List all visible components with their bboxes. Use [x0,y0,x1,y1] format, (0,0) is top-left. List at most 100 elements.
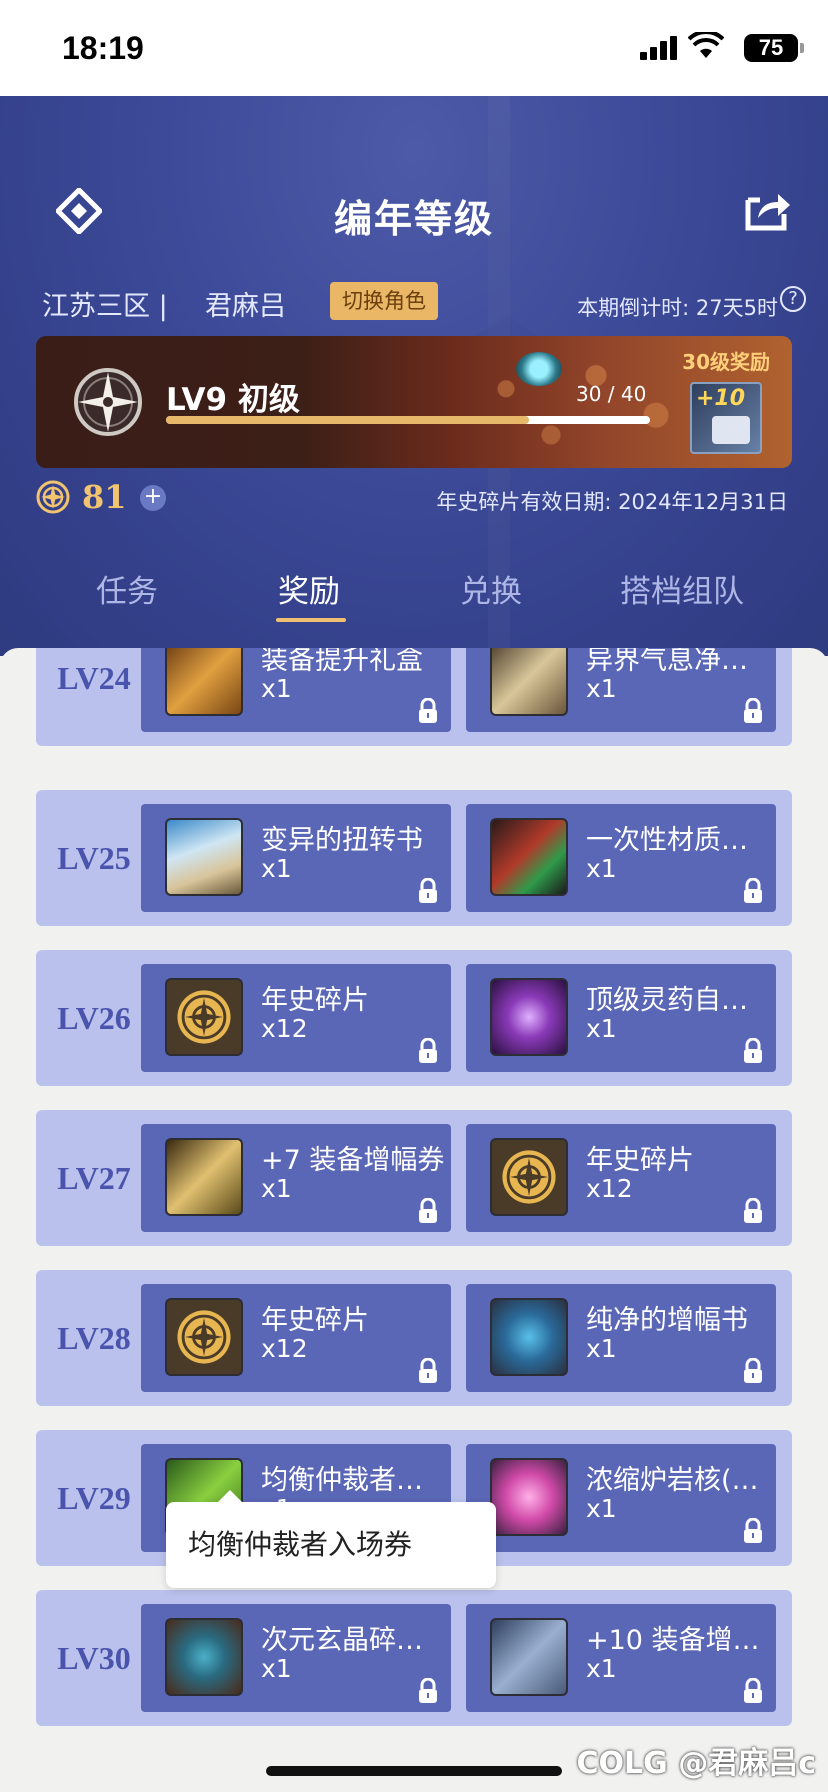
season-countdown: 本期倒计时: 27天5时 [577,296,778,320]
tab-bar: 任务 奖励 兑换 搭档组队 [0,566,828,636]
share-icon[interactable] [744,188,792,232]
reward-item-card[interactable]: 年史碎片 x12 [466,1124,776,1232]
help-icon[interactable]: ? [780,286,806,312]
reward-item-card[interactable]: 一次性材质… x1 [466,804,776,912]
tab-partner-team[interactable]: 搭档组队 [620,566,744,611]
reward-item-card[interactable]: 异界气息净… x1 [466,648,776,732]
wifi-icon [688,32,724,58]
row-level-label: LV26 [57,1000,131,1036]
chronicle-coin-icon [36,480,70,514]
reward-list[interactable]: LV24 装备提升礼盒 x1 异界气息净… x1 LV25 变异的扭转书 x1 一次性材质… x1… [0,648,828,1792]
status-time: 18:19 [62,30,144,66]
reward-item-card[interactable]: +10 装备增… x1 [466,1604,776,1712]
item-quantity: x1 [586,1494,617,1523]
item-name: 装备提升礼盒 [261,648,423,676]
lock-icon [742,1677,764,1704]
item-name: 次元玄晶碎… [261,1625,423,1656]
switch-role-button[interactable]: 切换角色 [330,282,438,320]
plus10-ticket-icon [490,1618,568,1696]
item-quantity: x1 [586,1654,617,1683]
item-tooltip: 均衡仲裁者入场券 [166,1490,496,1588]
item-name: 年史碎片 [261,985,369,1016]
reward-item-card[interactable]: 顶级灵药自… x1 [466,964,776,1072]
lock-icon [742,1037,764,1064]
item-quantity: x12 [261,1014,308,1043]
home-indicator [266,1766,562,1776]
crystal-bag-icon [165,1618,243,1696]
item-name: +10 装备增… [586,1625,760,1656]
chronicle-coin-icon [490,1138,568,1216]
reward-item-card[interactable]: 次元玄晶碎… x1 [141,1604,451,1712]
role-name: 君麻吕 [205,291,286,322]
level-card: LV9 初级 30 / 40 30级奖励 +10 [36,336,792,468]
gold-gift-box-icon [165,648,243,716]
material-icon [490,818,568,896]
item-name: +7 装备增幅券 [261,1145,445,1176]
lock-icon [417,1037,439,1064]
item-name: 年史碎片 [586,1145,694,1176]
level-progress-bar [166,416,650,424]
active-tab-indicator [276,618,346,622]
reward-row-lv27: LV27 +7 装备增幅券 x1 年史碎片 x12 [36,1110,792,1246]
add-currency-button[interactable]: + [140,485,166,511]
plus7-ticket-icon [165,1138,243,1216]
blue-book-icon [490,1298,568,1376]
pink-chest-icon [490,1458,568,1536]
lock-icon [417,1357,439,1384]
milestone-reward-label: 30级奖励 [682,350,770,374]
reward-item-card[interactable]: 装备提升礼盒 x1 [141,648,451,732]
reward-item-card[interactable]: 年史碎片 x12 [141,964,451,1072]
tab-rewards[interactable]: 奖励 [278,566,340,611]
reward-row-lv28: LV28 年史碎片 x12 纯净的增幅书 x1 [36,1270,792,1406]
level-progress-text: 30 / 40 [576,382,647,406]
reward-row-lv30: LV30 次元玄晶碎… x1 +10 装备增… x1 [36,1590,792,1726]
item-quantity: x1 [261,1174,292,1203]
item-quantity: x1 [586,1014,617,1043]
currency-count: 81 [82,478,127,516]
row-level-label: LV24 [57,660,131,696]
dragon-art [416,336,716,468]
lock-icon [742,1517,764,1544]
item-name: 变异的扭转书 [261,825,423,856]
row-level-label: LV25 [57,840,131,876]
item-quantity: x1 [261,674,292,703]
reward-item-card[interactable]: +7 装备增幅券 x1 [141,1124,451,1232]
milestone-reward-item[interactable]: +10 [690,382,762,454]
reward-item-card[interactable]: 纯净的增幅书 x1 [466,1284,776,1392]
current-level: LV9 初级 [166,382,300,418]
lock-icon [417,1677,439,1704]
tab-exchange[interactable]: 兑换 [460,566,522,611]
reward-badge: +10 [696,386,746,411]
compass-emblem-icon [74,368,142,436]
item-name: 一次性材质… [586,825,748,856]
item-name: 浓缩炉岩核(… [586,1465,759,1496]
lock-icon [742,877,764,904]
level-progress-fill [166,416,529,424]
open-book-icon [165,818,243,896]
reward-row-lv24: LV24 装备提升礼盒 x1 异界气息净… x1 [36,648,792,746]
item-quantity: x1 [586,854,617,883]
currency-expiry: 年史碎片有效日期: 2024年12月31日 [436,490,788,514]
item-name: 均衡仲裁者… [261,1465,423,1496]
reward-item-card[interactable]: 变异的扭转书 x1 [141,804,451,912]
server-name: 江苏三区 | [42,291,168,322]
battery-icon: 75 [744,34,804,62]
reward-item-card[interactable]: 年史碎片 x12 [141,1284,451,1392]
lock-icon [417,697,439,724]
page-title: 编年等级 [333,197,494,241]
row-level-label: LV29 [57,1480,131,1516]
reward-item-card[interactable]: 浓缩炉岩核(… x1 [466,1444,776,1552]
item-name: 异界气息净… [586,648,748,676]
row-level-label: LV27 [57,1160,131,1196]
lock-icon [417,877,439,904]
item-quantity: x1 [261,1654,292,1683]
chronicle-coin-icon [165,978,243,1056]
row-level-label: LV28 [57,1320,131,1356]
tab-tasks[interactable]: 任务 [96,566,158,611]
header: 编年等级 江苏三区 | 君麻吕 切换角色 本期倒计时: 27天5时 ? LV9 … [0,96,828,656]
scroll-icon [490,648,568,716]
lock-icon [742,1197,764,1224]
reward-row-lv25: LV25 变异的扭转书 x1 一次性材质… x1 [36,790,792,926]
item-quantity: x12 [261,1334,308,1363]
row-level-label: LV30 [57,1640,131,1676]
